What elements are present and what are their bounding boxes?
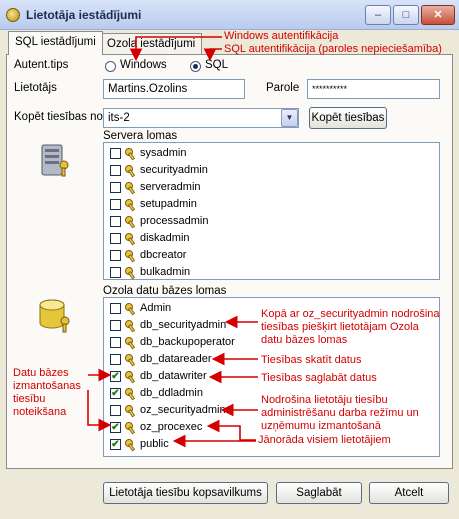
arrow-sql bbox=[203, 48, 222, 62]
arrow-procexec bbox=[206, 419, 256, 441]
annotation-arrows bbox=[87, 36, 258, 448]
arrow-windows bbox=[129, 36, 222, 62]
tab-sql-settings[interactable]: SQL iestādījumi bbox=[8, 31, 103, 55]
arrow-left-procexec bbox=[87, 390, 112, 432]
